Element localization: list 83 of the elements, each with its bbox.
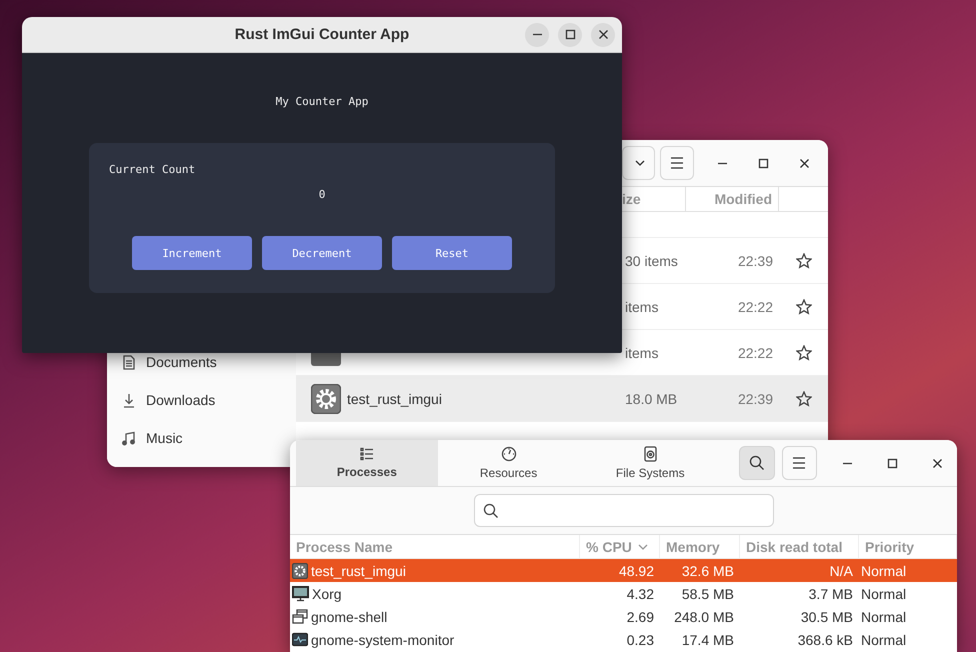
maximize-icon — [564, 29, 576, 40]
close-icon — [598, 29, 608, 40]
file-name: test_rust_imgui — [347, 390, 442, 406]
search-icon — [482, 502, 498, 518]
column-header[interactable]: Disk read total — [746, 538, 842, 554]
menu-button[interactable] — [782, 446, 818, 480]
disk-read: 30.5 MB — [800, 608, 853, 624]
priority: Normal — [861, 632, 906, 648]
disk-read: N/A — [830, 562, 853, 578]
process-name: gnome-system-monitor — [311, 632, 454, 648]
column-header[interactable]: Priority — [865, 538, 914, 554]
disk-read: 368.6 kB — [798, 632, 853, 648]
column-header[interactable]: ize — [622, 191, 641, 207]
tab[interactable]: Resources — [438, 440, 580, 486]
process-name: Xorg — [312, 586, 342, 602]
cpu-usage: 4.32 — [626, 586, 654, 602]
document-icon — [122, 354, 136, 370]
maximize-icon — [758, 158, 768, 168]
file-size: items — [625, 344, 658, 360]
process-name: gnome-shell — [311, 608, 388, 624]
menu-button[interactable] — [660, 146, 694, 180]
modified-time: 22:22 — [738, 344, 773, 360]
disk-read: 3.7 MB — [808, 586, 853, 602]
minimize-icon — [532, 33, 542, 36]
minimize-icon — [716, 162, 728, 164]
count-value: 0 — [318, 188, 326, 201]
close-icon — [932, 458, 943, 468]
file-size: items — [625, 298, 658, 314]
chevron-down-icon — [638, 542, 648, 550]
modified-time: 22:22 — [738, 298, 773, 314]
search-field[interactable] — [474, 494, 774, 527]
counter-button[interactable]: Decrement — [262, 236, 382, 270]
minimize-icon — [842, 462, 853, 464]
column-header[interactable]: % CPU — [586, 538, 632, 554]
search-button[interactable] — [739, 446, 775, 480]
priority: Normal — [861, 586, 906, 602]
maximize-icon — [886, 458, 898, 468]
gear-icon — [292, 562, 308, 578]
process-name: test_rust_imgui — [311, 562, 406, 578]
list-icon — [360, 447, 374, 461]
counter-button[interactable]: Increment — [132, 236, 252, 270]
memory-usage: 58.5 MB — [682, 586, 734, 602]
file-size: 18.0 MB — [625, 390, 678, 406]
pulse-monitor-icon — [292, 632, 308, 648]
memory-usage: 32.6 MB — [682, 562, 734, 578]
column-header[interactable]: Modified — [714, 191, 772, 207]
menu-icon — [792, 456, 806, 470]
gear-icon — [311, 384, 341, 414]
tab[interactable]: File Systems — [579, 440, 722, 486]
cpu-usage: 48.92 — [618, 562, 654, 578]
count-label: Current Count — [109, 163, 196, 176]
search-icon — [748, 455, 765, 471]
music-note-icon — [122, 430, 136, 446]
close-icon — [798, 158, 810, 168]
cpu-usage: 0.23 — [626, 632, 654, 648]
sidebar-item[interactable]: Downloads — [107, 392, 296, 408]
download-icon — [122, 392, 136, 408]
priority: Normal — [861, 562, 906, 578]
star-button[interactable] — [796, 344, 812, 360]
star-button[interactable] — [796, 252, 812, 268]
app-heading: My Counter App — [276, 95, 368, 109]
column-header[interactable]: Process Name — [296, 538, 393, 554]
file-size: 30 items — [625, 252, 678, 268]
gauge-icon — [500, 446, 517, 462]
close-button[interactable] — [591, 22, 615, 46]
priority: Normal — [861, 608, 906, 624]
sidebar-item[interactable]: Music — [107, 430, 296, 446]
memory-usage: 248.0 MB — [674, 608, 734, 624]
maximize-button[interactable] — [558, 22, 582, 46]
modified-time: 22:39 — [738, 252, 773, 268]
sidebar-item[interactable]: Documents — [107, 354, 296, 370]
counter-button[interactable]: Reset — [392, 236, 512, 270]
monitor-icon — [292, 586, 309, 602]
memory-usage: 17.4 MB — [682, 632, 734, 648]
column-header[interactable]: Memory — [666, 538, 720, 554]
star-button[interactable] — [796, 390, 812, 406]
chevron-down-icon — [635, 159, 645, 167]
star-button[interactable] — [796, 298, 812, 314]
cpu-usage: 2.69 — [626, 608, 654, 624]
menu-icon — [670, 156, 684, 170]
window-title: Rust ImGui Counter App — [234, 26, 410, 43]
tab[interactable]: Processes — [296, 440, 438, 486]
modified-time: 22:39 — [738, 390, 773, 406]
